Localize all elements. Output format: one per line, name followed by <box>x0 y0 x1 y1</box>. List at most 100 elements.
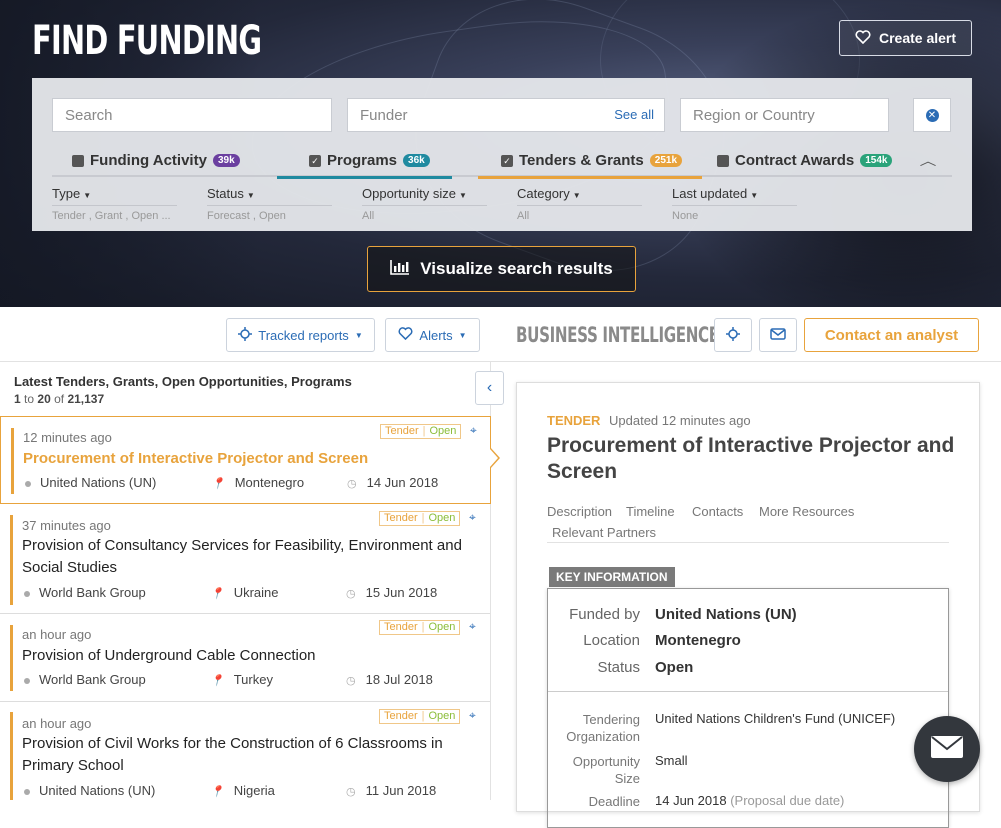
clock-icon: ◷ <box>346 675 356 687</box>
funder-input[interactable]: Funder See all <box>347 98 665 132</box>
item-time: 12 minutes ago <box>23 430 112 445</box>
range-of-word: of <box>54 392 65 406</box>
message-fab[interactable] <box>914 716 980 782</box>
nav-contacts[interactable]: Contacts <box>692 504 743 519</box>
page-title: FIND FUNDING <box>32 18 262 64</box>
tab-contract-awards[interactable]: Contract Awards 154k <box>717 144 893 177</box>
heart-icon <box>855 29 871 47</box>
filter-label: Type ▼ <box>52 186 177 206</box>
result-count: 1 to 20 of 21,137 <box>14 392 104 406</box>
key-label-line: Organization <box>566 729 640 744</box>
detail-nav: Description Timeline Contacts More Resou… <box>547 495 949 543</box>
email-button[interactable] <box>759 318 797 352</box>
crosshair-icon <box>726 326 740 344</box>
tab-programs[interactable]: ✓ Programs 36k <box>277 144 452 179</box>
nav-description[interactable]: Description <box>547 504 612 519</box>
list-item[interactable]: 37 minutes ago Tender | Open ⌖ Provision o… <box>0 505 490 614</box>
location-pin-icon: 📍 <box>210 588 224 600</box>
location-pin-icon: 📍 <box>210 675 224 687</box>
region-input[interactable]: Region or Country <box>680 98 889 132</box>
key-information-label: KEY INFORMATION <box>549 567 675 587</box>
list-item[interactable]: an hour ago Tender | Open ⌖ Provision of U… <box>0 614 490 702</box>
caret-down-icon: ▼ <box>83 191 92 200</box>
type-tag: Tender <box>385 425 419 437</box>
funder-dot-icon <box>24 590 30 597</box>
list-item[interactable]: 12 minutes ago Tender | Open ⌖ Procurement… <box>0 416 491 504</box>
chevron-left-icon: ‹ <box>486 379 493 396</box>
tab-funding-activity[interactable]: Funding Activity 39k <box>72 144 240 177</box>
filter-label: Category ▼ <box>517 186 642 206</box>
funder-dot-icon <box>24 677 30 684</box>
collapse-panel-button[interactable]: ‹ <box>475 371 504 405</box>
filter-value: Tender , Grant , Open ... <box>52 210 171 222</box>
deadline-date: 14 Jun 2018 <box>655 793 727 808</box>
crosshair-icon[interactable]: ⌖ <box>469 510 476 525</box>
tag-separator: | <box>421 621 425 633</box>
filter-category[interactable]: Category ▼ All <box>517 186 642 222</box>
crosshair-icon <box>238 326 253 344</box>
alerts-button[interactable]: Alerts ▼ <box>385 318 480 352</box>
filter-last-updated[interactable]: Last updated ▼ None <box>672 186 797 222</box>
item-funder: World Bank Group <box>39 585 146 600</box>
item-title[interactable]: Procurement of Interactive Projector and… <box>23 448 478 470</box>
range-end: 20 <box>37 392 51 406</box>
contact-analyst-button[interactable]: Contact an analyst <box>804 318 979 352</box>
filter-label: Opportunity size ▼ <box>362 186 487 206</box>
checkbox-icon[interactable] <box>717 154 729 167</box>
visualize-results-button[interactable]: Visualize search results <box>367 246 636 292</box>
create-alert-button[interactable]: Create alert <box>839 20 972 56</box>
tag-separator: | <box>422 425 426 437</box>
key-label-line: Size <box>614 771 640 786</box>
nav-more-resources[interactable]: More Resources <box>759 504 854 519</box>
checkbox-checked-icon[interactable]: ✓ <box>501 154 513 167</box>
filter-status[interactable]: Status ▼ Forecast , Open <box>207 186 332 222</box>
type-tag: Tender <box>384 710 418 722</box>
checkbox-icon[interactable] <box>72 154 84 167</box>
clear-search-button[interactable]: ✕ <box>913 98 951 132</box>
detail-type: TENDER <box>547 413 601 428</box>
filter-type[interactable]: Type ▼ Tender , Grant , Open ... <box>52 186 177 222</box>
filter-opportunity-size[interactable]: Opportunity size ▼ All <box>362 186 487 222</box>
search-input[interactable]: Search <box>52 98 332 132</box>
status-tag: Open <box>428 710 456 722</box>
detail-card: TENDER Updated 12 minutes ago Procuremen… <box>516 382 980 828</box>
tracked-reports-button[interactable]: Tracked reports ▼ <box>226 318 375 352</box>
tag-separator: | <box>421 512 425 524</box>
checkbox-checked-icon[interactable]: ✓ <box>309 154 321 167</box>
visualize-label: Visualize search results <box>420 259 613 278</box>
list-item[interactable]: an hour ago Tender | Open ⌖ Provision of C… <box>0 702 490 800</box>
crosshair-icon[interactable]: ⌖ <box>470 423 477 438</box>
tab-label: Tenders & Grants <box>519 152 644 169</box>
results-toolbar: Tracked reports ▼ Alerts ▼ BUSINESS INTE… <box>0 307 1001 362</box>
nav-relevant-partners[interactable]: Relevant Partners <box>552 525 656 540</box>
accent-bar <box>10 712 13 800</box>
count-badge: 251k <box>649 154 683 167</box>
key-label-line: Opportunity <box>572 754 640 769</box>
key-divider <box>548 691 948 692</box>
alerts-label: Alerts <box>419 327 453 343</box>
nav-timeline[interactable]: Timeline <box>626 504 675 519</box>
item-title[interactable]: Provision of Underground Cable Connectio… <box>22 645 477 667</box>
tab-tenders-grants[interactable]: ✓ Tenders & Grants 251k <box>478 144 703 179</box>
key-value: 14 Jun 2018 (Proposal due date) <box>655 793 844 808</box>
item-title[interactable]: Provision of Civil Works for the Constru… <box>22 733 477 777</box>
status-tag: Open <box>429 425 457 437</box>
tab-label: Funding Activity <box>90 152 207 169</box>
see-all-link[interactable]: See all <box>614 107 654 122</box>
track-button[interactable] <box>714 318 752 352</box>
count-badge: 36k <box>403 154 430 167</box>
accent-bar <box>10 515 13 605</box>
item-funder: World Bank Group <box>39 672 146 687</box>
key-label-line: Tendering <box>582 712 640 727</box>
item-date: 15 Jun 2018 <box>365 585 438 600</box>
crosshair-icon[interactable]: ⌖ <box>469 619 476 634</box>
chevron-up-icon[interactable]: ︿ <box>920 152 937 169</box>
tab-label: Programs <box>327 152 398 169</box>
key-label: Opportunity Size <box>548 753 640 787</box>
key-label: Tendering Organization <box>548 711 640 745</box>
filter-label-text: Type <box>52 186 81 201</box>
item-time: an hour ago <box>22 627 92 642</box>
item-title[interactable]: Provision of Consultancy Services for Fe… <box>22 535 477 579</box>
item-tags: Tender | Open <box>379 511 461 526</box>
crosshair-icon[interactable]: ⌖ <box>469 708 476 723</box>
